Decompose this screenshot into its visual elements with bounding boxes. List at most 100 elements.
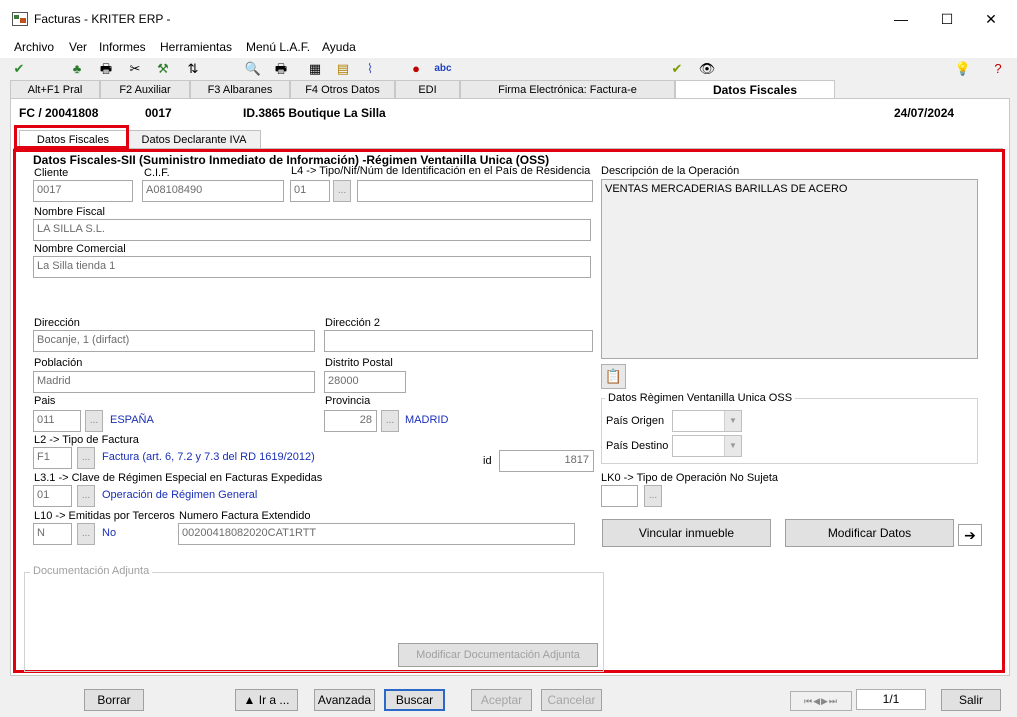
doc-adjunta-title: Documentación Adjunta	[30, 565, 153, 577]
minimize-button[interactable]: —	[878, 6, 924, 32]
toolbar: ✔ ♣ 🖶 ✂ ⚒ ⇅ 🔍 🖶 ▦ ▤ ⌇ ● abc ✔ 👁 💡 ?	[0, 58, 1017, 80]
attach-icon[interactable]: ⌇	[360, 60, 380, 78]
page-indicator: 1/1	[856, 689, 926, 710]
spellcheck-icon[interactable]: abc	[430, 60, 456, 78]
provincia-description: MADRID	[405, 414, 449, 426]
tab-firma-electronica[interactable]: Firma Electrónica: Factura-e	[460, 80, 675, 98]
menu-herramientas[interactable]: Herramientas	[160, 40, 232, 54]
pais-origen-select[interactable]: ▼	[672, 410, 742, 432]
direccion2-label: Dirección 2	[325, 317, 381, 329]
cliente-field[interactable]: 0017	[33, 180, 133, 202]
l4-type-field[interactable]: 01	[290, 180, 330, 202]
modificar-datos-button[interactable]: Modificar Datos	[785, 519, 954, 547]
l4-id-field[interactable]	[357, 180, 593, 202]
record-navigator[interactable]: ⏮◀▶⏭	[790, 691, 852, 711]
tab-pral[interactable]: Alt+F1 Pral	[10, 80, 100, 98]
l10-field[interactable]: N	[33, 523, 72, 545]
nombre-fiscal-field[interactable]: LA SILLA S.L.	[33, 219, 591, 241]
menu-ayuda[interactable]: Ayuda	[322, 40, 356, 54]
sort-icon[interactable]: ⇅	[183, 60, 203, 78]
tab-datos-fiscales[interactable]: Datos Fiscales	[675, 80, 835, 98]
l4-lookup-button[interactable]: ...	[333, 180, 351, 202]
help-icon[interactable]: ?	[988, 60, 1008, 78]
descripcion-textarea[interactable]: VENTAS MERCADERIAS BARILLAS DE ACERO	[601, 179, 978, 359]
clipboard-icon[interactable]: 📋	[601, 364, 626, 389]
chevron-down-icon[interactable]: ▼	[724, 411, 741, 431]
maximize-button[interactable]: ☐	[924, 6, 970, 32]
check-icon[interactable]: ✔	[9, 60, 29, 78]
window-title: Facturas - KRITER ERP -	[34, 12, 171, 26]
numero-factura-ext-label: Numero Factura Extendido	[179, 510, 311, 522]
nombre-comercial-field[interactable]: La Silla tienda 1	[33, 256, 591, 278]
distrito-postal-label: Distrito Postal	[325, 357, 393, 369]
tab-auxiliar[interactable]: F2 Auxiliar	[100, 80, 190, 98]
lightbulb-icon[interactable]: 💡	[953, 60, 973, 78]
pais-description: ESPAÑA	[110, 414, 154, 426]
printer-icon[interactable]: 🖶	[271, 60, 291, 78]
borrar-button[interactable]: Borrar	[84, 689, 144, 711]
buscar-button[interactable]: Buscar	[384, 689, 445, 711]
menu-informes[interactable]: Informes	[99, 40, 146, 54]
check-shield-icon[interactable]: ✔	[667, 60, 687, 78]
l2-label: L2 -> Tipo de Factura	[34, 434, 139, 446]
menu-ver[interactable]: Ver	[69, 40, 87, 54]
preview-icon[interactable]: 🔍	[243, 60, 263, 78]
cif-field[interactable]: A08108490	[142, 180, 284, 202]
print-icon[interactable]: 🖶	[96, 60, 116, 78]
pais-origen-label: País Origen	[606, 415, 665, 427]
l2-lookup-button[interactable]: ...	[77, 447, 95, 469]
modificar-doc-adjunta-button[interactable]: Modificar Documentación Adjunta	[398, 643, 598, 667]
l31-field[interactable]: 01	[33, 485, 72, 507]
eye-icon[interactable]: 👁	[697, 60, 717, 78]
client-name: ID.3865 Boutique La Silla	[243, 106, 386, 120]
provincia-lookup-button[interactable]: ...	[381, 410, 399, 432]
chevron-down-icon[interactable]: ▼	[724, 436, 741, 456]
tab-edi[interactable]: EDI	[395, 80, 460, 98]
arrow-right-icon[interactable]: ➔	[958, 524, 982, 546]
salir-button[interactable]: Salir	[941, 689, 1001, 711]
close-button[interactable]: ✕	[968, 6, 1014, 32]
direccion-field[interactable]: Bocanje, 1 (dirfact)	[33, 330, 315, 352]
oss-title: Datos Règimen Ventanilla Unica OSS	[605, 392, 796, 404]
nombre-comercial-label: Nombre Comercial	[34, 243, 126, 255]
tab-albaranes[interactable]: F3 Albaranes	[190, 80, 290, 98]
distrito-postal-field[interactable]: 28000	[324, 371, 406, 393]
avanzada-button[interactable]: Avanzada	[314, 689, 375, 711]
pais-destino-select[interactable]: ▼	[672, 435, 742, 457]
ir-a-button[interactable]: ▲ Ir a ...	[235, 689, 298, 711]
provincia-field[interactable]: 28	[324, 410, 377, 432]
tree-icon[interactable]: ♣	[67, 60, 87, 78]
direccion2-field[interactable]	[324, 330, 593, 352]
record-icon[interactable]: ●	[406, 60, 426, 78]
l31-lookup-button[interactable]: ...	[77, 485, 95, 507]
aceptar-button[interactable]: Aceptar	[471, 689, 532, 711]
cancelar-button[interactable]: Cancelar	[541, 689, 602, 711]
doc-number: FC / 20041808	[19, 106, 99, 120]
title-bar: Facturas - KRITER ERP - — ☐ ✕	[0, 0, 1017, 38]
pais-lookup-button[interactable]: ...	[85, 410, 103, 432]
tab-otros-datos[interactable]: F4 Otros Datos	[290, 80, 395, 98]
prev-record-icon[interactable]: ◀	[813, 696, 821, 706]
poblacion-field[interactable]: Madrid	[33, 371, 315, 393]
descripcion-label: Descripción de la Operación	[601, 165, 740, 177]
next-record-icon[interactable]: ▶	[821, 696, 829, 706]
lk0-field[interactable]	[601, 485, 638, 507]
last-record-icon[interactable]: ⏭	[829, 696, 838, 706]
tools-icon[interactable]: ⚒	[153, 60, 173, 78]
pais-field[interactable]: 011	[33, 410, 81, 432]
folder-icon[interactable]: ▤	[333, 60, 353, 78]
calculator-icon[interactable]: ▦	[305, 60, 325, 78]
l10-lookup-button[interactable]: ...	[77, 523, 95, 545]
first-record-icon[interactable]: ⏮	[804, 696, 813, 706]
lk0-lookup-button[interactable]: ...	[644, 485, 662, 507]
numero-factura-ext-field[interactable]: 00200418082020CAT1RTT	[178, 523, 575, 545]
id-field[interactable]: 1817	[499, 450, 594, 472]
subtab-datos-declarante-iva[interactable]: Datos Declarante IVA	[127, 130, 261, 148]
vincular-inmueble-button[interactable]: Vincular inmueble	[602, 519, 771, 547]
menu-archivo[interactable]: Archivo	[14, 40, 54, 54]
cut-icon[interactable]: ✂	[125, 60, 145, 78]
menu-laf[interactable]: Menú L.A.F.	[246, 40, 310, 54]
l2-field[interactable]: F1	[33, 447, 72, 469]
main-tabs: Alt+F1 Pral F2 Auxiliar F3 Albaranes F4 …	[10, 80, 1010, 98]
pais-destino-label: País Destino	[606, 440, 669, 452]
